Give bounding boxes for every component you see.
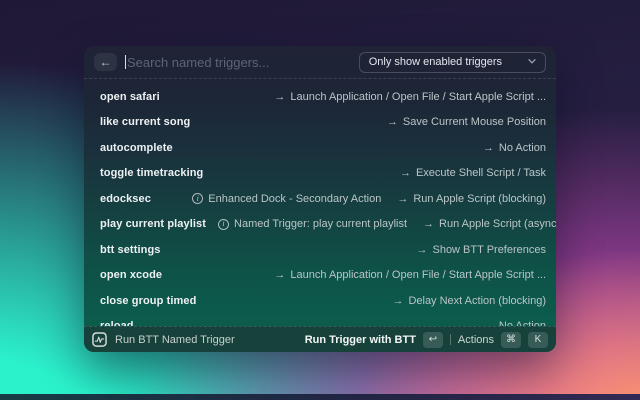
trigger-note: i Enhanced Dock - Secondary Action — [192, 193, 381, 205]
trigger-row-right: → Delay Next Action (blocking) — [392, 295, 546, 307]
footer-app-context: Run BTT Named Trigger — [92, 332, 235, 347]
trigger-row-right: i Named Trigger: play current playlist → Ru… — [218, 218, 556, 230]
trigger-row-right: → Show BTT Preferences — [416, 244, 546, 256]
trigger-action: → No Action — [483, 142, 546, 154]
trigger-action: → Delay Next Action (blocking) — [392, 295, 546, 307]
footer-divider — [449, 334, 451, 345]
trigger-row-right: → Launch Application / Open File / Start … — [274, 269, 546, 281]
search-field-wrap — [125, 54, 351, 70]
filter-dropdown-label: Only show enabled triggers — [368, 55, 502, 68]
trigger-name: open xcode — [100, 269, 163, 282]
footer-bar: Run BTT Named Trigger Run Trigger with B… — [84, 326, 556, 352]
chevron-down-icon — [528, 59, 536, 64]
cmd-key-badge: ⌘ — [501, 331, 521, 348]
trigger-row[interactable]: open xcode → Launch Application / Open Fil… — [84, 263, 556, 289]
footer-actions: Run Trigger with BTT ↩ Actions ⌘ K — [304, 331, 548, 348]
trigger-action-text: Save Current Mouse Position — [402, 116, 546, 129]
filter-dropdown[interactable]: Only show enabled triggers — [358, 51, 546, 73]
trigger-row[interactable]: play current playlist i Named Trigger: pla… — [84, 212, 556, 238]
trigger-action-text: Launch Application / Open File / Start A… — [290, 90, 546, 103]
footer-left-label: Run BTT Named Trigger — [115, 333, 235, 346]
trigger-row-right: → No Action — [483, 142, 546, 154]
arrow-right-icon: → — [397, 192, 409, 205]
k-key-badge: K — [528, 331, 548, 348]
trigger-row[interactable]: open safari → Launch Application / Open Fi… — [84, 84, 556, 110]
search-header: ← Only show enabled triggers — [84, 46, 556, 79]
trigger-list[interactable]: open safari → Launch Application / Open Fi… — [84, 79, 556, 326]
run-trigger-label: Run Trigger with BTT — [304, 333, 416, 346]
info-icon: i — [192, 193, 204, 205]
return-key-badge: ↩ — [422, 331, 443, 348]
trigger-row[interactable]: reload→No Action — [84, 314, 556, 326]
arrow-right-icon: → — [274, 269, 286, 282]
arrow-right-icon: → — [392, 294, 404, 307]
screen-bottom-strip — [0, 394, 640, 400]
text-caret — [125, 55, 126, 69]
trigger-action-text: Delay Next Action (blocking) — [408, 294, 546, 307]
info-icon: i — [218, 218, 230, 230]
trigger-name: edocksec — [100, 192, 151, 205]
trigger-row[interactable]: btt settings → Show BTT Preferences — [84, 237, 556, 263]
arrow-right-icon: → — [482, 141, 494, 154]
trigger-row[interactable]: edocksec i Enhanced Dock - Secondary Actio… — [84, 186, 556, 212]
trigger-row-right: → Launch Application / Open File / Start … — [274, 91, 546, 103]
trigger-action-text: Run Apple Script (blocking) — [413, 192, 546, 205]
trigger-note-text: Named Trigger: play current playlist — [234, 218, 408, 231]
trigger-name: close group timed — [100, 294, 197, 307]
search-input[interactable] — [127, 54, 351, 70]
trigger-note-text: Enhanced Dock - Secondary Action — [208, 192, 382, 205]
btt-logo-icon — [92, 332, 107, 347]
back-button[interactable]: ← — [94, 53, 117, 71]
run-trigger-button[interactable]: Run Trigger with BTT ↩ — [304, 331, 443, 348]
trigger-action: → Run Apple Script (async in background) — [423, 218, 556, 230]
trigger-row-right: → Execute Shell Script / Task — [400, 167, 546, 179]
trigger-action-text: Show BTT Preferences — [432, 243, 546, 256]
trigger-row[interactable]: autocomplete → No Action — [84, 135, 556, 161]
trigger-action: → Run Apple Script (blocking) — [397, 193, 546, 205]
actions-button[interactable]: Actions ⌘ K — [457, 331, 548, 348]
trigger-action-text: Execute Shell Script / Task — [415, 167, 546, 180]
arrow-right-icon: → — [399, 167, 411, 180]
arrow-right-icon: → — [423, 218, 435, 231]
trigger-action-text: No Action — [498, 141, 546, 154]
trigger-name: autocomplete — [100, 141, 173, 154]
trigger-name: play current playlist — [100, 218, 207, 231]
trigger-action: → Launch Application / Open File / Start … — [274, 269, 546, 281]
trigger-name: open safari — [100, 90, 160, 103]
arrow-right-icon: → — [274, 90, 286, 103]
trigger-action: → Execute Shell Script / Task — [400, 167, 546, 179]
trigger-action: → Show BTT Preferences — [416, 244, 546, 256]
arrow-right-icon: → — [416, 243, 428, 256]
trigger-action-text: Launch Application / Open File / Start A… — [290, 269, 546, 282]
trigger-row-right: i Enhanced Dock - Secondary Action → Run Ap… — [192, 193, 546, 205]
trigger-row[interactable]: toggle timetracking → Execute Shell Script… — [84, 161, 556, 187]
trigger-action: → Launch Application / Open File / Start … — [274, 91, 546, 103]
trigger-name: toggle timetracking — [100, 167, 204, 180]
trigger-note: i Named Trigger: play current playlist — [218, 218, 407, 230]
trigger-action-text: Run Apple Script (async in background) — [439, 218, 556, 231]
trigger-action: → Save Current Mouse Position — [387, 116, 546, 128]
trigger-row[interactable]: close group timed → Delay Next Action (blo… — [84, 288, 556, 314]
arrow-right-icon: → — [386, 116, 398, 129]
actions-label: Actions — [457, 333, 494, 346]
trigger-row-right: → Save Current Mouse Position — [387, 116, 546, 128]
trigger-row[interactable]: like current song → Save Current Mouse Pos… — [84, 110, 556, 136]
trigger-name: like current song — [100, 116, 191, 129]
btt-trigger-search-window: ← Only show enabled triggers open safari… — [84, 46, 556, 352]
back-arrow-icon: ← — [99, 55, 112, 69]
trigger-name: btt settings — [100, 243, 161, 256]
